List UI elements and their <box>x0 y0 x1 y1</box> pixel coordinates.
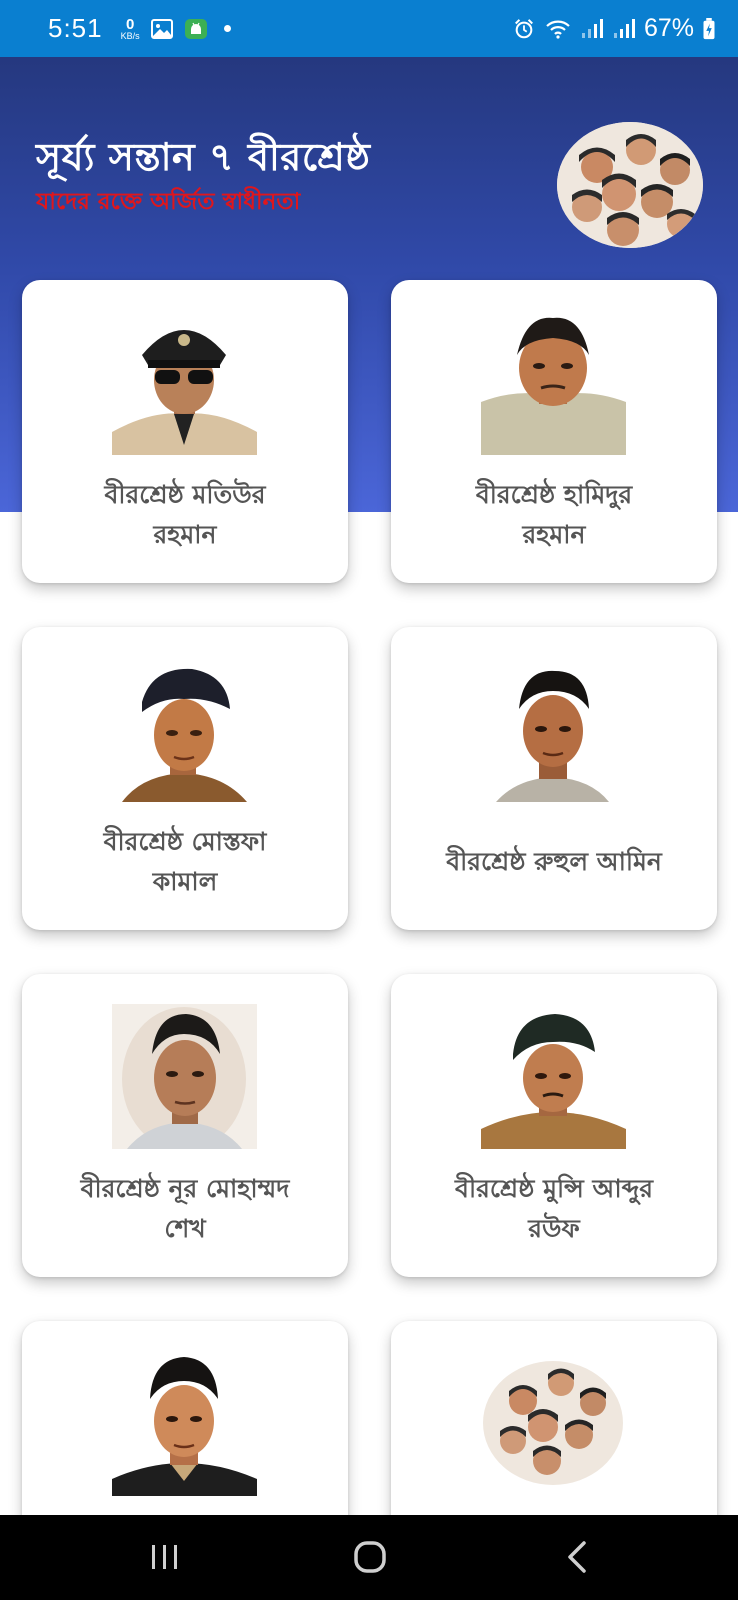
hero-card[interactable]: বীরশ্রেষ্ঠ নূর মোহাম্মদ শেখ <box>22 974 348 1277</box>
battery-percent: 67% <box>643 14 694 42</box>
page-subtitle: যাদের রক্তে অর্জিত স্বাধীনতা <box>36 189 301 215</box>
android-icon <box>184 18 207 39</box>
hero-name-line1: বীরশ্রেষ্ঠ মুন্সি আব্দুর <box>455 1174 653 1203</box>
hero-name: বীরশ্রেষ্ঠ হামিদুর রহমান <box>411 475 697 555</box>
hero-name: বীরশ্রেষ্ঠ রুহুল আমিন <box>411 842 697 882</box>
wifi-icon <box>546 20 570 39</box>
system-nav-bar <box>0 1515 738 1600</box>
hero-name-line1: বীরশ্রেষ্ঠ মোস্তফা <box>103 827 267 856</box>
signal-icon <box>581 18 603 38</box>
hero-name: বীরশ্রেষ্ঠ মুন্সি আব্দুর রউফ <box>411 1169 697 1249</box>
home-button[interactable] <box>340 1535 400 1579</box>
hero-name: বীরশ্রেষ্ঠ মতিউর রহমান <box>42 475 328 555</box>
portrait-image <box>481 1351 626 1496</box>
portrait-image <box>112 1351 257 1496</box>
hero-name-line2: রহমান <box>522 520 586 549</box>
hero-name-line1: বীরশ্রেষ্ঠ হামিদুর <box>475 480 633 509</box>
back-button[interactable] <box>548 1535 608 1579</box>
hero-name-line1: বীরশ্রেষ্ঠ রুহুল আমিন <box>446 847 662 876</box>
hero-card[interactable]: বীরশ্রেষ্ঠ মোস্তফা কামাল <box>22 627 348 930</box>
portrait-image <box>481 310 626 455</box>
image-icon <box>150 18 173 39</box>
portrait-image <box>112 657 257 802</box>
portrait-image <box>481 657 626 802</box>
hero-name-line1: বীরশ্রেষ্ঠ মতিউর <box>104 480 266 509</box>
home-icon <box>354 1541 386 1573</box>
hero-name-line2: রহমান <box>153 520 217 549</box>
status-left: 5:51 0 KB/s <box>48 13 231 44</box>
portrait-image <box>112 310 257 455</box>
hero-card[interactable]: বীরশ্রেষ্ঠ মুন্সি আব্দুর রউফ <box>391 974 717 1277</box>
hero-name-line2: রউফ <box>528 1214 580 1243</box>
recents-icon <box>152 1545 177 1569</box>
hero-name-line1: বীরশ্রেষ্ঠ নূর মোহাম্মদ <box>80 1174 290 1203</box>
hero-name: বীরশ্রেষ্ঠ মোস্তফা কামাল <box>42 822 328 902</box>
dot-icon <box>223 25 231 32</box>
alarm-icon <box>514 18 533 38</box>
status-bar: 5:51 0 KB/s 67% <box>0 0 738 57</box>
portrait-image <box>112 1004 257 1149</box>
back-icon <box>568 1541 586 1573</box>
net-speed-unit: KB/s <box>120 30 140 41</box>
hero-name-line2: কামাল <box>152 867 218 896</box>
group-portrait-avatar[interactable] <box>557 122 703 248</box>
status-time: 5:51 <box>48 13 103 43</box>
hero-card[interactable]: বীরশ্রেষ্ঠ রুহুল আমিন <box>391 627 717 930</box>
portrait-image <box>481 1004 626 1149</box>
signal-icon <box>613 18 635 38</box>
hero-card[interactable]: বীরশ্রেষ্ঠ মতিউর রহমান <box>22 280 348 583</box>
status-right: 67% <box>512 14 716 43</box>
recents-button[interactable] <box>135 1535 195 1579</box>
hero-name: বীরশ্রেষ্ঠ নূর মোহাম্মদ শেখ <box>42 1169 328 1249</box>
net-speed: 0 KB/s <box>121 17 140 41</box>
net-speed-value: 0 <box>125 15 135 33</box>
battery-charging-icon <box>703 17 715 39</box>
hero-card[interactable]: বীরশ্রেষ্ঠ হামিদুর রহমান <box>391 280 717 583</box>
hero-name-line2: শেখ <box>164 1214 206 1243</box>
